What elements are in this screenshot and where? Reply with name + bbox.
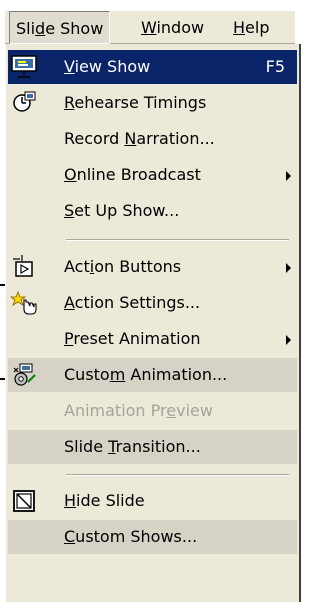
accelerator-letter: C (64, 527, 76, 546)
menu-item-label: Preset Animation (64, 322, 201, 356)
accelerator-letter: e (166, 401, 177, 420)
accelerator-letter: O (64, 165, 77, 184)
view-show-icon (10, 53, 38, 81)
accelerator-letter: S (64, 201, 75, 220)
menubar-label: elp (245, 18, 270, 37)
submenu-arrow-icon (286, 263, 291, 273)
menu-bar: Slide Show Window Help (5, 10, 295, 44)
menu-item-label: et Up Show... (74, 201, 180, 220)
menu-item-label: Action Settings... (64, 286, 200, 320)
menubar-label: e Show (45, 19, 104, 38)
slide-show-menu: View Show F5 Rehearse Timings Record Nar… (5, 44, 301, 602)
menu-item-label: arration... (136, 129, 215, 148)
submenu-arrow-icon (286, 171, 291, 181)
menu-item-label: Custo (64, 365, 110, 384)
shortcut-label: F5 (265, 57, 285, 76)
menu-item-label: Slide Transition... (64, 430, 201, 464)
menu-item-label: nline Broadcast (76, 165, 201, 184)
menu-item-label: reset Animation (73, 329, 201, 348)
menu-item-preset-animation[interactable]: Preset Animation (8, 322, 297, 356)
menubar-label: indow (156, 18, 205, 37)
menu-item-label: Custom Animation... (64, 358, 227, 392)
accelerator-letter: N (124, 129, 137, 148)
menu-item-label: ustom Shows... (75, 527, 198, 546)
accelerator-letter: R (64, 93, 75, 112)
menu-item-label: Record (64, 129, 125, 148)
menu-separator (66, 474, 289, 476)
menu-item-set-up-show[interactable]: Set Up Show... (8, 194, 297, 228)
menu-item-action-settings[interactable]: Action Settings... (8, 286, 297, 320)
menubar-accelerator: W (141, 18, 157, 37)
menu-item-label: Animation... (125, 365, 228, 384)
menu-item-animation-preview: Animation Preview (8, 394, 297, 428)
custom-animation-icon (10, 361, 38, 389)
accelerator-letter: P (64, 329, 74, 348)
menu-separator (66, 239, 289, 241)
accelerator-letter: m (109, 365, 126, 384)
menu-item-label: view (176, 401, 213, 420)
menu-item-record-narration[interactable]: Record Narration... (8, 122, 297, 156)
menu-item-label: View Show (64, 50, 150, 84)
menu-item-label: Action Buttons (64, 250, 181, 284)
menu-item-label: on Buttons (94, 257, 182, 276)
accelerator-letter: H (64, 491, 77, 510)
menu-item-custom-animation[interactable]: Custom Animation... (8, 358, 297, 392)
action-settings-icon (10, 289, 38, 317)
menubar-accelerator: d (35, 19, 46, 38)
menu-item-label: Act (64, 257, 90, 276)
menu-item-label: ehearse Timings (74, 93, 207, 112)
menu-item-label: Animation Preview (64, 394, 213, 428)
menu-item-label: Custom Shows... (64, 520, 197, 554)
menu-item-slide-transition[interactable]: Slide Transition... (8, 430, 297, 464)
accelerator-letter: A (64, 293, 75, 312)
menu-item-label: ide Slide (76, 491, 145, 510)
menu-item-rehearse-timings[interactable]: Rehearse Timings (8, 86, 297, 120)
menubar-accelerator: H (233, 18, 246, 37)
menu-item-view-show[interactable]: View Show F5 (8, 50, 297, 84)
menu-item-label: Record Narration... (64, 122, 215, 156)
menu-item-online-broadcast[interactable]: Online Broadcast (8, 158, 297, 192)
menu-item-label: Animation Pr (64, 401, 167, 420)
menu-item-label: Rehearse Timings (64, 86, 206, 120)
menu-item-hide-slide[interactable]: Hide Slide (8, 484, 297, 518)
menu-item-label: Set Up Show... (64, 194, 179, 228)
rehearse-timings-icon (10, 89, 38, 117)
menu-item-label: Online Broadcast (64, 158, 201, 192)
menu-item-label: ransition... (115, 437, 201, 456)
menu-item-label: Slide (64, 437, 109, 456)
menu-item-label: ction Settings... (74, 293, 201, 312)
menubar-slide-show[interactable]: Slide Show (9, 11, 111, 44)
menubar-label: Sli (16, 19, 36, 38)
accelerator-letter: T (108, 437, 116, 456)
hide-slide-icon (10, 487, 38, 515)
menu-item-label: Hide Slide (64, 484, 145, 518)
menubar-help[interactable]: Help (227, 11, 275, 44)
accelerator-letter: V (64, 57, 75, 76)
menu-item-label: iew Show (74, 57, 151, 76)
menu-item-action-buttons[interactable]: Action Buttons (8, 250, 297, 284)
submenu-arrow-icon (286, 335, 291, 345)
action-buttons-icon (10, 253, 38, 281)
menu-item-custom-shows[interactable]: Custom Shows... (8, 520, 297, 554)
menubar-window[interactable]: Window (135, 11, 210, 44)
